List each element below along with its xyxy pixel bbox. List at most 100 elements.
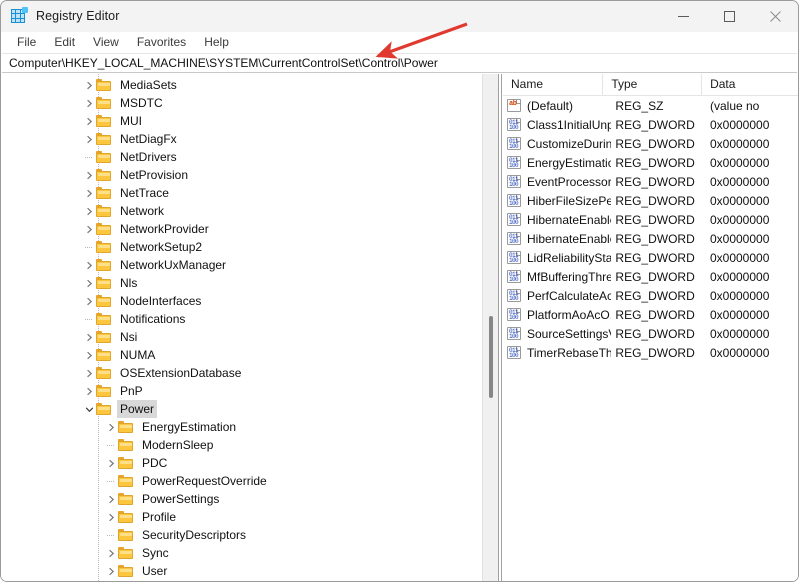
value-name: EnergyEstimatio...	[527, 155, 611, 170]
tree-item[interactable]: Nsi	[2, 328, 482, 346]
value-row[interactable]: 011100 EnergyEstimatio... REG_DWORD 0x00000…	[503, 153, 798, 172]
menu-view[interactable]: View	[84, 33, 128, 52]
tree-item[interactable]: NetDrivers	[2, 148, 482, 166]
tree-scrollbar-thumb[interactable]	[489, 316, 493, 398]
chevron-right-icon[interactable]	[104, 544, 118, 562]
tree-item[interactable]: NetworkSetup2	[2, 238, 482, 256]
chevron-right-icon[interactable]	[82, 112, 96, 130]
dword-value-icon: 011 100	[507, 194, 521, 207]
registry-path: Computer\HKEY_LOCAL_MACHINE\SYSTEM\Curre…	[9, 56, 438, 70]
tree-item[interactable]: EnergyEstimation	[2, 418, 482, 436]
address-bar[interactable]: Computer\HKEY_LOCAL_MACHINE\SYSTEM\Curre…	[2, 53, 797, 73]
folder-icon	[96, 402, 112, 416]
chevron-right-icon[interactable]	[82, 292, 96, 310]
folder-icon	[118, 438, 134, 452]
value-data: 0x0000000	[709, 212, 770, 227]
tree-item[interactable]: User	[2, 562, 482, 580]
chevron-right-icon[interactable]	[82, 94, 96, 112]
chevron-right-icon[interactable]	[104, 562, 118, 580]
tree-item[interactable]: NodeInterfaces	[2, 292, 482, 310]
chevron-right-icon[interactable]	[82, 382, 96, 400]
tree-item[interactable]: Notifications	[2, 310, 482, 328]
tree-item-label: NodeInterfaces	[120, 294, 202, 308]
tree-item[interactable]: SecurityDescriptors	[2, 526, 482, 544]
tree-item[interactable]: PowerSettings	[2, 490, 482, 508]
value-row[interactable]: 011100 HiberFileSizePer... REG_DWORD 0x0000…	[503, 191, 798, 210]
value-row[interactable]: 011100 TimerRebaseThr... REG_DWORD 0x000000…	[503, 343, 798, 362]
chevron-right-icon[interactable]	[82, 328, 96, 346]
column-header-type[interactable]: Type	[603, 74, 703, 95]
chevron-down-icon[interactable]	[82, 400, 96, 418]
value-name: MfBufferingThre...	[527, 269, 611, 284]
close-button[interactable]	[752, 1, 798, 32]
chevron-right-icon[interactable]	[82, 220, 96, 238]
chevron-right-icon[interactable]	[82, 166, 96, 184]
tree-item[interactable]: NetProvision	[2, 166, 482, 184]
chevron-right-icon[interactable]	[82, 346, 96, 364]
chevron-right-icon[interactable]	[104, 418, 118, 436]
value-row[interactable]: 011100 EventProcessorE...REG_DWORD 0x00000…	[503, 172, 798, 191]
column-header-name[interactable]: Name	[503, 74, 604, 95]
value-row[interactable]: 011 100 PlatformAoAcO... REG_DWORD 0x0000000	[503, 305, 798, 324]
value-row[interactable]: 011100 PerfCalculateAc... REG_DWORD 0x00000…	[503, 286, 798, 305]
chevron-right-icon[interactable]	[104, 454, 118, 472]
tree-item[interactable]: NUMA	[2, 346, 482, 364]
value-row[interactable]: 011100 HibernateEnabled REG_DWORD 0x0000000	[503, 210, 798, 229]
tree-item[interactable]: MUI	[2, 112, 482, 130]
value-row[interactable]: 011100 LidReliabilityState REG_DWORD 0x0000…	[503, 248, 798, 267]
chevron-right-icon[interactable]	[82, 364, 96, 382]
chevron-right-icon[interactable]	[82, 202, 96, 220]
value-type: REG_DWORD	[615, 326, 695, 341]
tree-item[interactable]: NetTrace	[2, 184, 482, 202]
chevron-right-icon[interactable]	[104, 508, 118, 526]
tree-item[interactable]: Sync	[2, 544, 482, 562]
tree-item[interactable]: ModernSleep	[2, 436, 482, 454]
tree-item-label: PnP	[120, 384, 143, 398]
folder-icon	[96, 258, 112, 272]
tree-item[interactable]: MSDTC	[2, 94, 482, 112]
tree-item[interactable]: PDC	[2, 454, 482, 472]
tree-item[interactable]: Network	[2, 202, 482, 220]
tree-item-label: NetProvision	[120, 168, 189, 182]
tree-item[interactable]: PowerRequestOverride	[2, 472, 482, 490]
tree-item[interactable]: MediaSets	[2, 76, 482, 94]
chevron-right-icon[interactable]	[82, 184, 96, 202]
menu-edit[interactable]: Edit	[45, 33, 84, 52]
dword-value-icon: 011 100	[507, 175, 521, 188]
tree-item[interactable]: Profile	[2, 508, 482, 526]
menu-file[interactable]: File	[8, 33, 45, 52]
tree-item[interactable]: PnP	[2, 382, 482, 400]
menu-help[interactable]: Help	[195, 33, 238, 52]
value-row[interactable]: 011100 CustomizeDurin... REG_DWORD 0x000000…	[503, 134, 798, 153]
chevron-right-icon[interactable]	[104, 490, 118, 508]
column-header-data[interactable]: Data	[702, 74, 798, 95]
value-row[interactable]: 011100 SourceSettingsV... REG_DWORD 0x00000…	[503, 324, 798, 343]
chevron-right-icon[interactable]	[82, 274, 96, 292]
value-row[interactable]: 011100 HibernateEnable... REG_DWORD 0x00000…	[503, 229, 798, 248]
dword-value-icon: 011 100	[507, 270, 521, 283]
chevron-right-icon[interactable]	[82, 256, 96, 274]
window-controls	[660, 1, 798, 32]
folder-icon	[96, 168, 112, 182]
chevron-right-icon[interactable]	[82, 76, 96, 94]
value-row[interactable]: ab (Default) REG_SZ (value no	[503, 96, 798, 115]
tree-item-label: SecurityDescriptors	[142, 528, 247, 542]
tree-item[interactable]: OSExtensionDatabase	[2, 364, 482, 382]
tree-item[interactable]: NetworkUxManager	[2, 256, 482, 274]
tree-vertical-scrollbar[interactable]	[482, 74, 498, 581]
folder-icon	[118, 492, 134, 506]
value-row[interactable]: 011100 MfBufferingThre... REG_DWORD 0x00000…	[503, 267, 798, 286]
string-value-icon: ab	[507, 99, 521, 112]
menu-favorites[interactable]: Favorites	[128, 33, 195, 52]
tree-item[interactable]: NetDiagFx	[2, 130, 482, 148]
tree-item-label: NetworkUxManager	[120, 258, 227, 272]
value-row[interactable]: 011100 Class1InitialUnp... REG_DWORD 0x0000…	[503, 115, 798, 134]
minimize-button[interactable]	[660, 1, 706, 32]
tree-item[interactable]: Power	[2, 400, 482, 418]
maximize-button[interactable]	[706, 1, 752, 32]
pane-splitter[interactable]	[498, 74, 502, 581]
chevron-right-icon[interactable]	[82, 130, 96, 148]
tree-item[interactable]: NetworkProvider	[2, 220, 482, 238]
tree-item[interactable]: Nls	[2, 274, 482, 292]
value-type: REG_SZ	[615, 98, 664, 113]
